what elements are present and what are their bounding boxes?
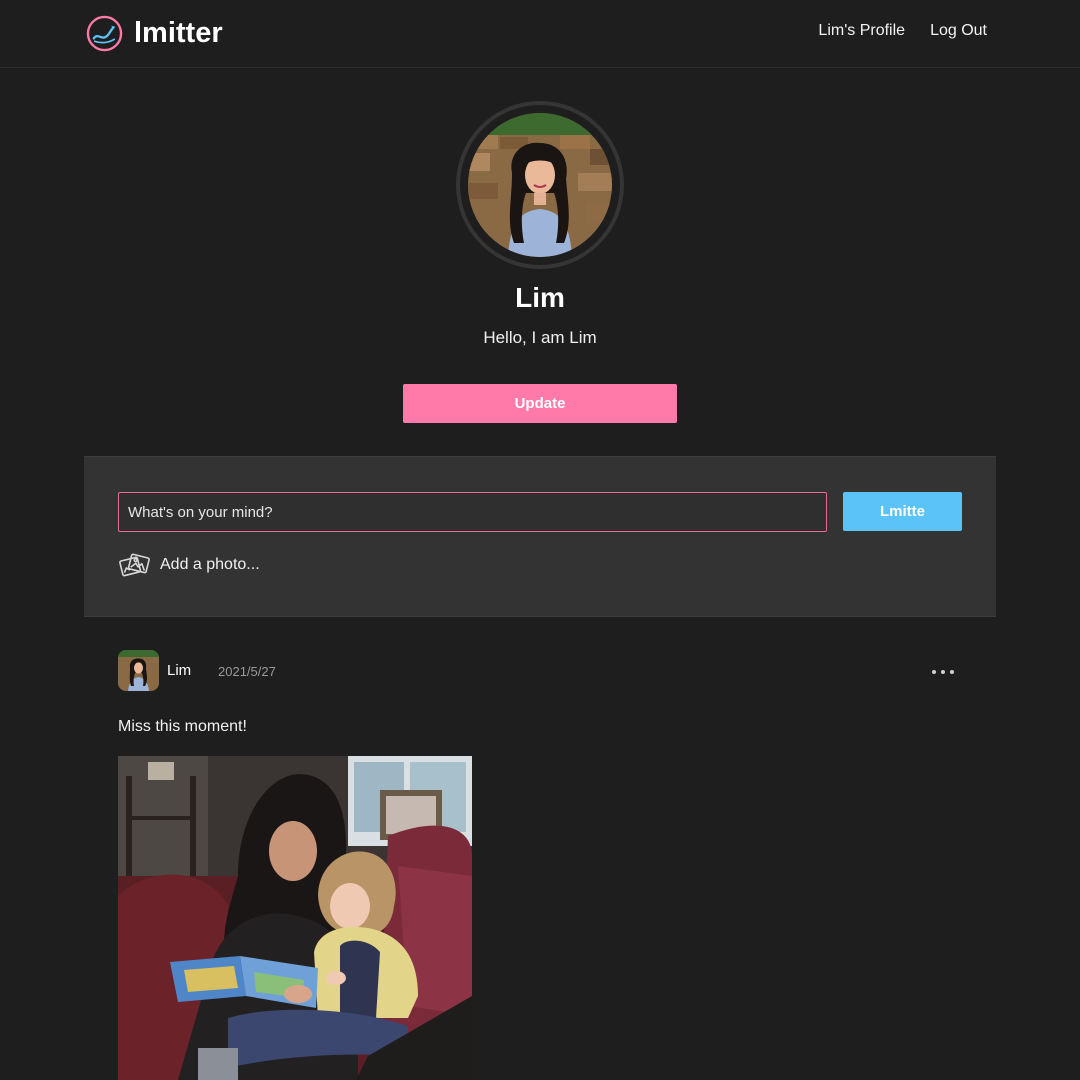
add-photo-label: Add a photo... <box>160 556 260 573</box>
lmitte-submit-button[interactable]: Lmitte <box>843 492 962 531</box>
post-options-button[interactable] <box>928 662 958 682</box>
brand-name: lmitter <box>134 17 223 49</box>
photos-icon <box>119 553 150 577</box>
profile-avatar-photo <box>468 113 612 257</box>
nav-links: Lim's Profile Log Out <box>818 22 987 40</box>
add-photo-button[interactable]: Add a photo... <box>118 552 260 578</box>
post-author-name[interactable]: Lim <box>167 662 191 679</box>
nav-logout-link[interactable]: Log Out <box>930 22 987 40</box>
update-profile-button[interactable]: Update <box>403 384 677 423</box>
post-author-avatar[interactable] <box>118 650 159 691</box>
post-text-input[interactable] <box>118 492 827 532</box>
post-date: 2021/5/27 <box>218 664 276 679</box>
nav-profile-link[interactable]: Lim's Profile <box>818 22 905 40</box>
profile-avatar <box>456 101 624 269</box>
more-horizontal-icon <box>932 670 954 674</box>
brand-home-link[interactable]: lmitter <box>86 14 223 52</box>
post-composer: Lmitte Add a photo... <box>84 456 996 617</box>
post-photo[interactable] <box>118 756 472 1080</box>
lmitter-logo-icon <box>86 15 123 51</box>
post-text: Miss this moment! <box>118 718 247 735</box>
profile-name: Lim <box>515 282 565 313</box>
top-navbar: lmitter Lim's Profile Log Out <box>0 0 1080 68</box>
profile-bio: Hello, I am Lim <box>483 328 597 347</box>
